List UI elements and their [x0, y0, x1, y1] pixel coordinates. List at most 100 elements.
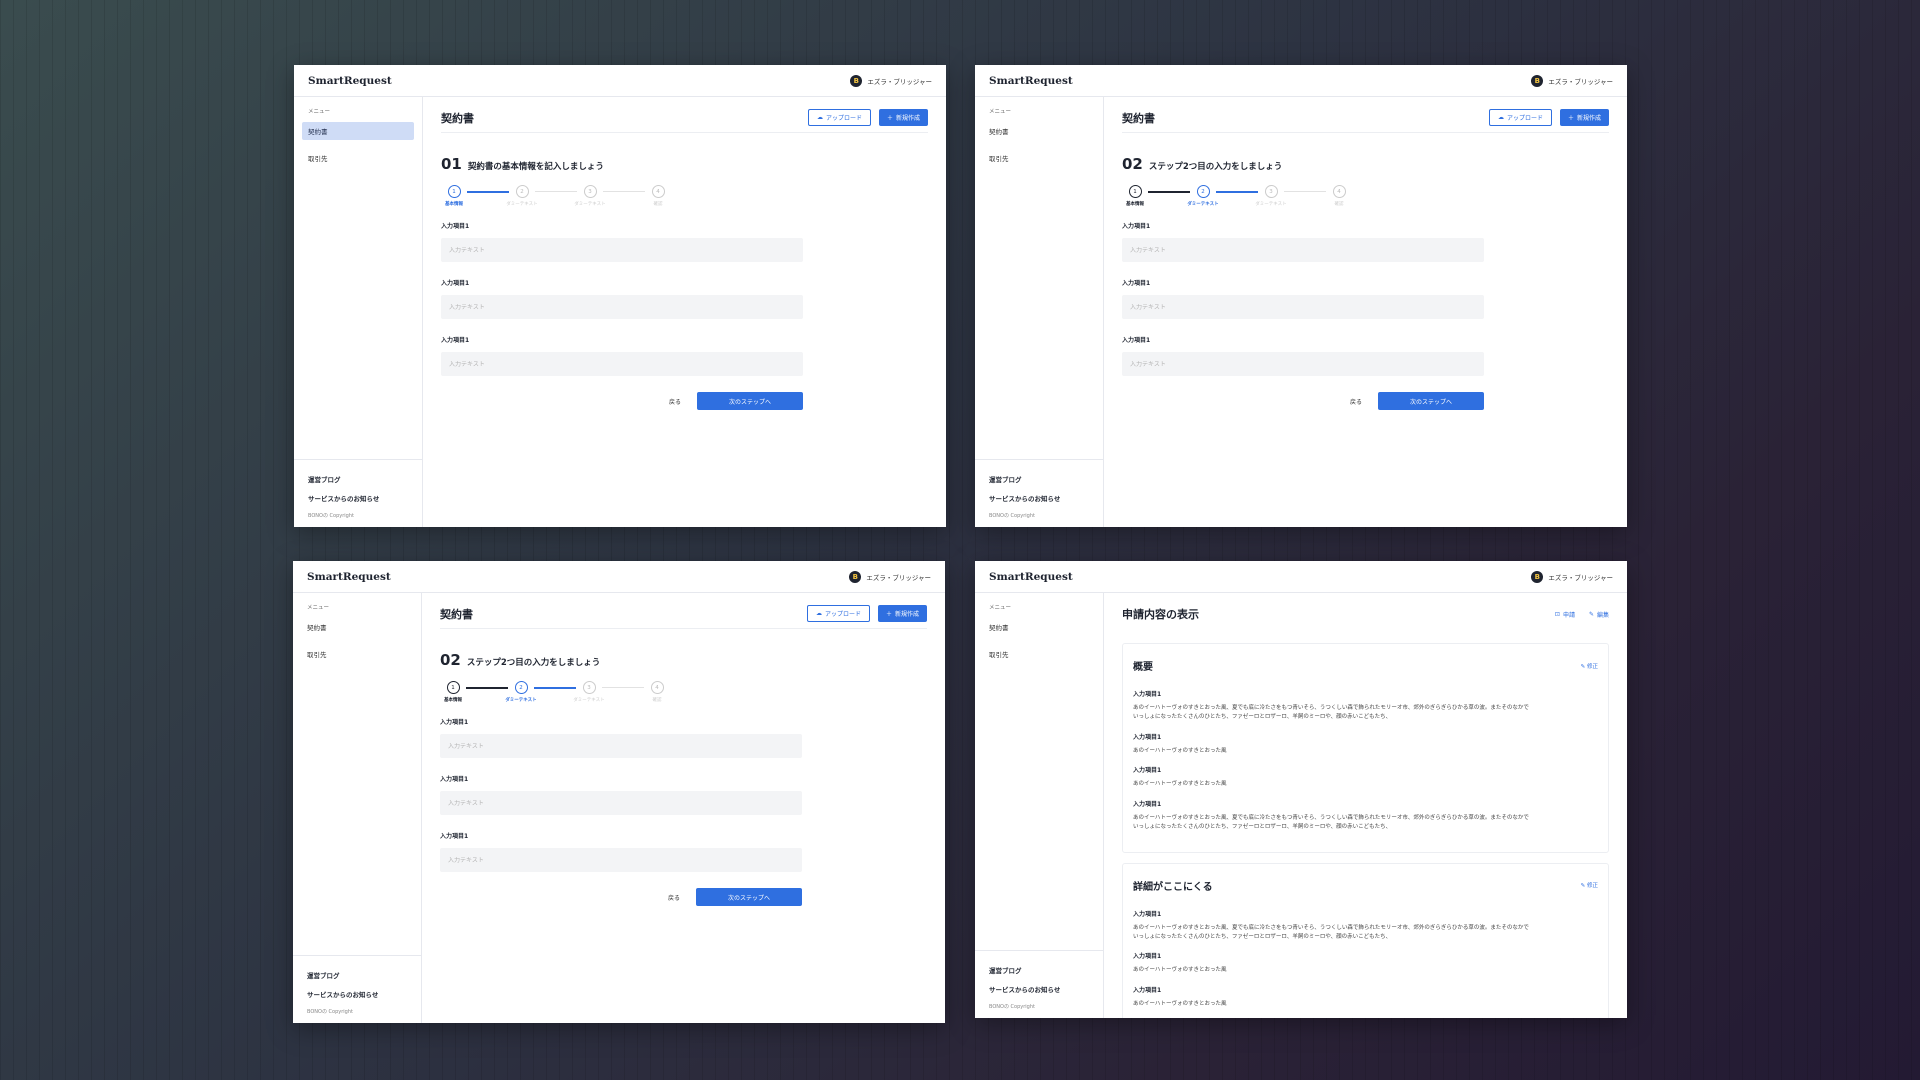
upload-button[interactable]: ☁ アップロード	[806, 605, 870, 622]
upload-button[interactable]: ☁ アップロード	[1488, 109, 1552, 126]
step-indicator-4: 4 確認	[644, 681, 670, 703]
page-title: 契約書	[440, 607, 473, 621]
text-field[interactable]	[1122, 352, 1484, 376]
pencil-icon: ✎	[1580, 663, 1586, 670]
text-field[interactable]	[440, 848, 802, 872]
next-step-button[interactable]: 次のステップへ	[696, 888, 802, 906]
text-field[interactable]	[441, 295, 803, 319]
cloud-upload-icon: ☁	[815, 610, 822, 617]
news-link[interactable]: サービスからのお知らせ	[989, 984, 1089, 994]
step-heading: 契約書の基本情報を記入しましょう	[467, 162, 604, 172]
back-button[interactable]: 戻る	[668, 893, 680, 902]
copyright: BONOの Copyright	[307, 1009, 353, 1015]
avatar[interactable]: B	[1531, 74, 1544, 87]
sidebar: メニュー 契約書 取引先 運営ブログ サービスからのお知らせ BONOの Cop…	[975, 97, 1104, 527]
upload-label: アップロード	[824, 611, 861, 618]
text-field[interactable]	[1122, 238, 1484, 262]
text-input[interactable]	[1130, 303, 1484, 311]
field-label: 入力項目1	[440, 776, 469, 783]
edit-icon: ✎	[1588, 610, 1594, 618]
text-input[interactable]	[448, 799, 802, 807]
card-edit-link[interactable]: ✎ 修正	[1581, 881, 1598, 889]
topbar: SmartRequest B エズラ・ブリッジャー	[975, 561, 1627, 593]
user-menu[interactable]: B エズラ・ブリッジャー	[850, 74, 932, 87]
page-title: 申請内容の表示	[1122, 608, 1199, 621]
item-label: 入力項目1	[1133, 767, 1162, 775]
sidebar-item-clients[interactable]: 取引先	[983, 149, 1095, 167]
text-input[interactable]	[449, 360, 803, 368]
stepper: 1 基本情報 2 ダミーテキスト 3 ダミーテキスト 4 確認	[1122, 185, 1352, 207]
user-menu[interactable]: B エズラ・ブリッジャー	[1531, 570, 1613, 583]
main-content: 申請内容の表示 ⊡ 申請 ✎ 編集 概要 ✎ 修正 入力項目1 あのイーハトーヴ…	[1104, 593, 1627, 1018]
text-input[interactable]	[1130, 246, 1484, 254]
step-number: 02	[440, 651, 461, 669]
next-step-button[interactable]: 次のステップへ	[697, 392, 803, 410]
menu-header: メニュー	[989, 605, 1012, 611]
new-button[interactable]: ＋ 新規作成	[878, 109, 928, 126]
copyright: BONOの Copyright	[308, 513, 354, 519]
menu-header: メニュー	[308, 109, 331, 115]
field-label: 入力項目1	[440, 719, 469, 726]
blog-link[interactable]: 運営ブログ	[307, 970, 407, 980]
blog-link[interactable]: 運営ブログ	[308, 474, 408, 484]
blog-link[interactable]: 運営ブログ	[989, 965, 1089, 975]
sidebar-footer: 運営ブログ サービスからのお知らせ BONOの Copyright	[975, 459, 1103, 527]
screen-review: SmartRequest B エズラ・ブリッジャー メニュー 契約書 取引先 運…	[975, 561, 1627, 1018]
blog-link[interactable]: 運営ブログ	[989, 474, 1089, 484]
new-button[interactable]: ＋ 新規作成	[877, 605, 927, 622]
sidebar-item-clients[interactable]: 取引先	[301, 645, 413, 663]
user-menu[interactable]: B エズラ・ブリッジャー	[1531, 74, 1613, 87]
screen-step-2-alt: SmartRequest B エズラ・ブリッジャー メニュー 契約書 取引先 運…	[293, 561, 945, 1023]
upload-button[interactable]: ☁ アップロード	[807, 109, 871, 126]
app-logo[interactable]: SmartRequest	[307, 571, 391, 583]
text-field[interactable]	[441, 238, 803, 262]
user-menu[interactable]: B エズラ・ブリッジャー	[849, 570, 931, 583]
text-input[interactable]	[448, 742, 802, 750]
sidebar-item-contracts[interactable]: 契約書	[983, 122, 1095, 140]
step-indicator-4: 4 確認	[1326, 185, 1352, 207]
user-name: エズラ・ブリッジャー	[1548, 77, 1613, 86]
field-label: 入力項目1	[441, 337, 470, 344]
text-field[interactable]	[440, 734, 802, 758]
sidebar-item-contracts[interactable]: 契約書	[301, 618, 413, 636]
pencil-icon: ✎	[1580, 883, 1586, 890]
apply-label: 申請	[1562, 611, 1575, 619]
sidebar-item-clients[interactable]: 取引先	[983, 645, 1095, 663]
new-button[interactable]: ＋ 新規作成	[1559, 109, 1609, 126]
text-input[interactable]	[449, 303, 803, 311]
text-input[interactable]	[1130, 360, 1484, 368]
apply-button[interactable]: ⊡ 申請	[1555, 610, 1575, 619]
news-link[interactable]: サービスからのお知らせ	[307, 989, 407, 999]
edit-button[interactable]: ✎ 編集	[1589, 610, 1609, 619]
next-step-button[interactable]: 次のステップへ	[1378, 392, 1484, 410]
stepper: 1 基本情報 2 ダミーテキスト 3 ダミーテキスト 4 確認	[441, 185, 671, 207]
app-logo[interactable]: SmartRequest	[989, 75, 1073, 87]
item-label: 入力項目1	[1133, 953, 1162, 961]
text-input[interactable]	[448, 856, 802, 864]
app-logo[interactable]: SmartRequest	[989, 571, 1073, 583]
step-indicator-2: 2 ダミーテキスト	[506, 185, 538, 207]
item-value: あのイーハトーヴォのすきとおった風	[1133, 781, 1227, 788]
field-label: 入力項目1	[1122, 223, 1151, 230]
text-input[interactable]	[449, 246, 803, 254]
text-field[interactable]	[440, 791, 802, 815]
back-button[interactable]: 戻る	[1350, 397, 1362, 406]
sidebar-item-clients[interactable]: 取引先	[302, 149, 414, 167]
text-field[interactable]	[441, 352, 803, 376]
sidebar-item-contracts[interactable]: 契約書	[302, 122, 414, 140]
text-field[interactable]	[1122, 295, 1484, 319]
step-number: 01	[441, 155, 462, 173]
back-button[interactable]: 戻る	[669, 397, 681, 406]
sidebar-item-contracts[interactable]: 契約書	[983, 618, 1095, 636]
avatar[interactable]: B	[1531, 570, 1544, 583]
card-edit-link[interactable]: ✎ 修正	[1581, 662, 1598, 670]
summary-card: 概要 ✎ 修正 入力項目1 あのイーハトーヴォのすきとおった風、夏でも底に冷たさ…	[1122, 643, 1609, 853]
news-link[interactable]: サービスからのお知らせ	[308, 493, 408, 503]
sidebar-footer: 運営ブログ サービスからのお知らせ BONOの Copyright	[293, 955, 421, 1023]
item-label: 入力項目1	[1133, 733, 1162, 741]
avatar[interactable]: B	[850, 74, 863, 87]
avatar[interactable]: B	[849, 570, 862, 583]
app-logo[interactable]: SmartRequest	[308, 75, 392, 87]
step-indicator-1: 1 基本情報	[441, 185, 467, 207]
news-link[interactable]: サービスからのお知らせ	[989, 493, 1089, 503]
